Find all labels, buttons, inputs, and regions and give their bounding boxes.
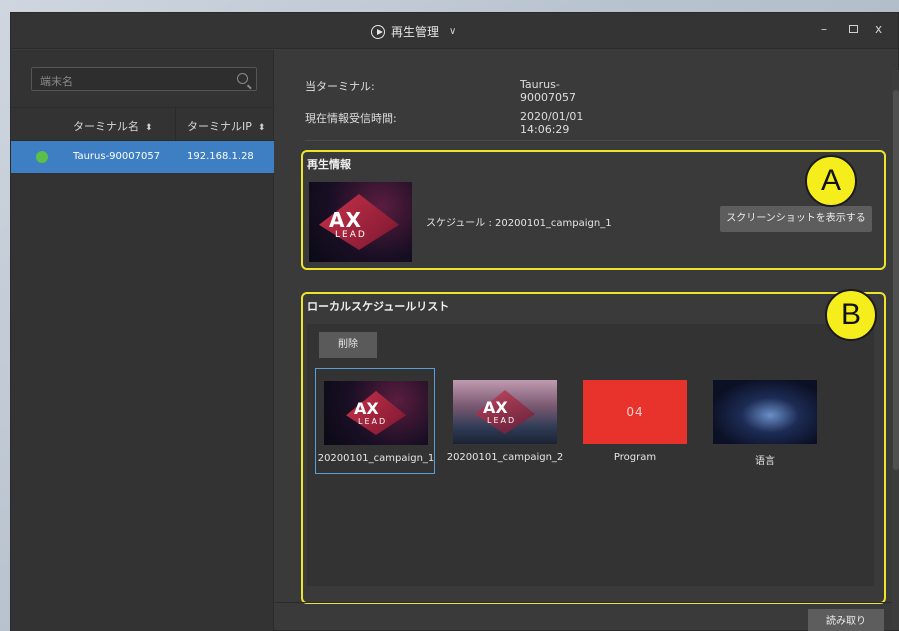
annotation-badge-a: A xyxy=(805,155,857,207)
terminal-row[interactable]: Taurus-90007057 192.168.1.28 xyxy=(11,141,274,173)
logo-subtext: LEAD xyxy=(335,230,367,240)
current-schedule-text: スケジュール : 20200101_campaign_1 xyxy=(426,218,612,229)
column-terminal-name[interactable]: ターミナル名 ⬍ xyxy=(73,118,153,134)
main-panel: 当ターミナル: Taurus-90007057 現在情報受信時間: 2020/0… xyxy=(275,50,899,631)
schedule-item-label: 20200101_campaign_2 xyxy=(446,452,564,463)
schedule-thumbnail: AX LEAD xyxy=(453,380,557,444)
logo-subtext: LEAD xyxy=(358,417,388,426)
search-input[interactable]: 端末名 xyxy=(31,67,257,91)
logo-subtext: LEAD xyxy=(487,416,517,425)
window-title: 再生管理 xyxy=(391,25,440,39)
title-dropdown[interactable]: 再生管理 ∨ xyxy=(371,23,456,40)
terminal-sidebar: 端末名 ターミナル名 ⬍ ターミナルIP ⬍ Taurus-90007057 192… xyxy=(11,50,274,631)
scrollbar[interactable] xyxy=(892,70,899,630)
schedule-item-label: 语言 xyxy=(755,456,775,467)
column-terminal-name-label: ターミナル名 xyxy=(73,120,139,133)
app-window: 再生管理 ∨ – x 端末名 ターミナル名 ⬍ ターミナルIP ⬍ Taurus-9… xyxy=(10,12,899,631)
logo-text: AX xyxy=(354,399,379,418)
schedule-item-label: 20200101_campaign_1 xyxy=(317,453,435,464)
current-playback-thumbnail: AX LEAD xyxy=(309,182,412,262)
terminal-label: 当ターミナル: xyxy=(305,80,375,93)
delete-button[interactable]: 削除 xyxy=(319,332,377,358)
schedule-thumbnail xyxy=(713,380,817,444)
schedule-thumbnail: 04 xyxy=(583,380,687,444)
schedule-item[interactable]: 04 Program xyxy=(575,368,695,474)
playback-info-panel: 再生情報 AX LEAD スケジュール : 20200101_campaign_… xyxy=(301,150,886,270)
read-button[interactable]: 読み取り xyxy=(808,609,884,631)
maximize-icon xyxy=(849,25,858,33)
playback-info-title: 再生情報 xyxy=(307,158,351,171)
terminal-name-cell: Taurus-90007057 xyxy=(73,151,161,162)
time-label: 現在情報受信時間: xyxy=(305,112,397,125)
time-info-row: 現在情報受信時間: 2020/01/01 14:06:29 xyxy=(305,110,583,136)
local-schedule-panel: ローカルスケジュールリスト 削除 AX LEAD 20200101_campai… xyxy=(301,292,886,604)
play-circle-icon xyxy=(371,24,385,39)
maximize-button[interactable] xyxy=(849,22,858,36)
schedule-thumbnail: AX LEAD xyxy=(324,381,428,445)
status-online-icon xyxy=(36,151,48,163)
terminal-ip-cell: 192.168.1.28 xyxy=(187,151,254,162)
column-terminal-ip[interactable]: ターミナルIP ⬍ xyxy=(187,118,265,134)
divider xyxy=(305,140,880,141)
title-bar: 再生管理 ∨ – x xyxy=(11,13,898,49)
search-placeholder: 端末名 xyxy=(40,75,73,88)
column-divider xyxy=(175,108,176,142)
search-icon[interactable] xyxy=(237,73,248,84)
terminal-table-header: ターミナル名 ⬍ ターミナルIP ⬍ xyxy=(11,107,274,142)
annotation-badge-b: B xyxy=(825,289,877,341)
schedule-item[interactable]: 语言 xyxy=(705,368,825,474)
logo-text: AX xyxy=(483,398,508,417)
sort-icon: ⬍ xyxy=(145,123,153,133)
schedule-item[interactable]: AX LEAD 20200101_campaign_2 xyxy=(445,368,565,474)
footer-divider xyxy=(275,602,899,603)
column-terminal-ip-label: ターミナルIP xyxy=(187,120,252,133)
time-value: 2020/01/01 14:06:29 xyxy=(520,110,584,136)
terminal-value: Taurus-90007057 xyxy=(520,78,576,104)
terminal-info-row: 当ターミナル: Taurus-90007057 xyxy=(305,78,576,104)
logo-text: AX xyxy=(329,208,362,232)
close-button[interactable]: x xyxy=(875,22,882,36)
schedule-list-area: 削除 AX LEAD 20200101_campaign_1 AX LEAD 2… xyxy=(307,324,874,586)
schedule-item-label: Program xyxy=(613,452,657,463)
schedule-item[interactable]: AX LEAD 20200101_campaign_1 xyxy=(315,368,435,474)
local-schedule-title: ローカルスケジュールリスト xyxy=(307,300,450,313)
minimize-button[interactable]: – xyxy=(821,22,827,36)
scroll-thumb[interactable] xyxy=(893,90,899,470)
chevron-down-icon: ∨ xyxy=(449,26,457,37)
sort-icon: ⬍ xyxy=(257,123,266,133)
show-screenshot-button[interactable]: スクリーンショットを表示する xyxy=(720,206,872,232)
